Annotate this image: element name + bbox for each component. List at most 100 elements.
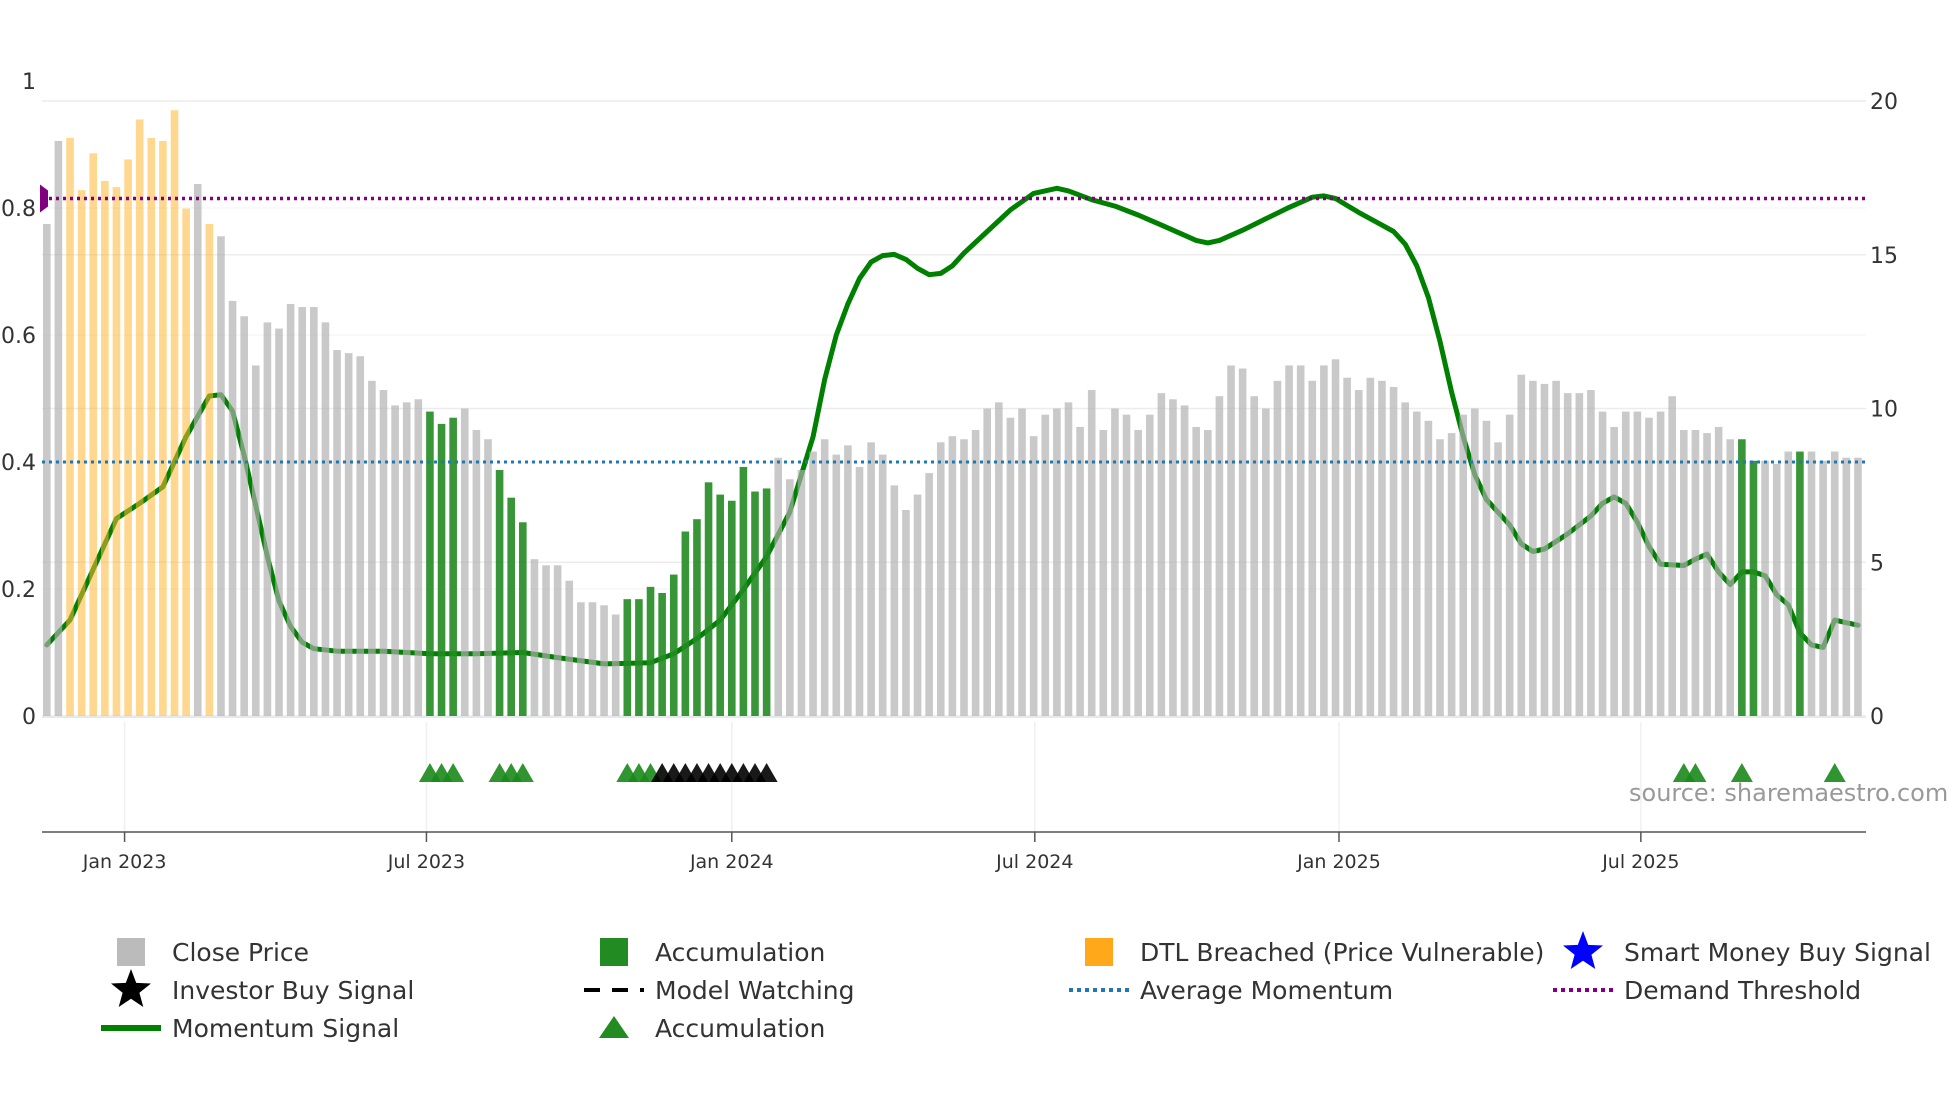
close-price-bar bbox=[379, 390, 388, 716]
dtl-breached-bar bbox=[101, 180, 109, 716]
close-price-bar bbox=[1029, 436, 1038, 716]
left-tick-label: 0.6 bbox=[1, 324, 36, 349]
accumulation-bar bbox=[762, 488, 771, 716]
close-price-bar bbox=[530, 559, 539, 716]
x-tick-label: Jan 2025 bbox=[1296, 851, 1381, 873]
dtl-breached-bar bbox=[205, 224, 214, 716]
close-price-bar bbox=[809, 451, 817, 716]
close-price-bar bbox=[1447, 433, 1456, 716]
left-tick-label: 0 bbox=[22, 705, 36, 730]
accumulation-bar bbox=[507, 497, 515, 716]
close-price-bar bbox=[1703, 433, 1711, 716]
close-price-bar bbox=[1819, 460, 1827, 716]
accumulation-bar bbox=[519, 522, 527, 716]
close-price-bar bbox=[890, 485, 899, 716]
close-price-bar bbox=[1517, 374, 1526, 716]
legend-label: Investor Buy Signal bbox=[172, 976, 414, 1005]
dtl-breached-bar bbox=[77, 190, 86, 717]
close-price-bar bbox=[553, 565, 562, 716]
close-price-bar bbox=[1482, 420, 1491, 716]
close-price-bar bbox=[1621, 411, 1630, 716]
close-price-bar bbox=[1238, 368, 1247, 716]
close-price-bar bbox=[1494, 442, 1502, 716]
close-price-bar bbox=[1296, 365, 1305, 716]
close-price-bar bbox=[1842, 457, 1851, 716]
chart: 0 5 10 15 20 0 0.2 0.4 0.6 0.8 1 Jan 2023 Jul 2023 Ja… bbox=[1, 70, 1948, 1043]
close-price-bar bbox=[1064, 402, 1073, 716]
close-price-bar bbox=[1436, 439, 1444, 716]
close-price-bar bbox=[902, 509, 910, 716]
dtl-breached-bar bbox=[159, 140, 167, 717]
close-price-bar bbox=[1714, 426, 1723, 716]
close-price-bar bbox=[855, 466, 864, 716]
close-price-bar bbox=[368, 380, 376, 716]
close-price-bar bbox=[1354, 390, 1363, 716]
accumulation-bar bbox=[716, 494, 724, 716]
close-price-bar bbox=[832, 454, 841, 716]
close-price-bar bbox=[1331, 359, 1340, 716]
close-price-bar bbox=[565, 580, 574, 716]
close-price-bar bbox=[1668, 396, 1676, 716]
close-price-bar bbox=[786, 479, 794, 716]
close-price-bar bbox=[1145, 414, 1154, 716]
smart-money-star-icon bbox=[1563, 931, 1603, 969]
close-price-bar bbox=[1262, 408, 1270, 716]
close-price-bar bbox=[1575, 393, 1584, 716]
dtl-breached-bar bbox=[124, 159, 132, 717]
close-price-bar bbox=[1273, 380, 1282, 716]
close-price-bar bbox=[867, 442, 875, 716]
close-price-bar bbox=[193, 184, 202, 716]
close-price-bar bbox=[1157, 393, 1166, 716]
x-tick-label: Jan 2023 bbox=[82, 851, 167, 873]
close-price-bar bbox=[1680, 430, 1688, 716]
accumulation-bar bbox=[693, 519, 701, 716]
close-price-bar bbox=[925, 473, 933, 716]
close-price-bar bbox=[542, 565, 550, 716]
close-price-bar bbox=[1598, 411, 1607, 716]
accumulation-bar bbox=[646, 586, 655, 716]
legend-label: Momentum Signal bbox=[172, 1014, 399, 1043]
close-price-bar bbox=[774, 457, 783, 716]
close-price-bar bbox=[472, 430, 481, 716]
accumulation-bar bbox=[681, 531, 690, 716]
close-price-bar bbox=[1320, 365, 1328, 716]
close-price-bar bbox=[936, 442, 945, 716]
close-price-bar bbox=[1018, 408, 1026, 716]
left-tick-label: 0.8 bbox=[1, 197, 36, 222]
left-tick-label: 0.2 bbox=[1, 578, 36, 603]
accumulation-bar bbox=[1796, 451, 1804, 716]
close-price-bar bbox=[948, 436, 957, 716]
close-price-bar bbox=[1540, 383, 1549, 716]
legend-label: Accumulation bbox=[655, 938, 825, 967]
close-price-bar bbox=[1343, 377, 1351, 716]
close-price-bar bbox=[1563, 393, 1572, 716]
close-price-bar bbox=[820, 439, 829, 716]
close-price-legend-icon bbox=[117, 938, 145, 966]
x-tick-label: Jan 2024 bbox=[689, 851, 774, 873]
close-price-bar bbox=[1772, 463, 1781, 716]
accumulation-bar bbox=[437, 423, 446, 716]
close-price-bar bbox=[54, 140, 63, 717]
close-price-bar bbox=[1610, 426, 1618, 716]
accumulation-bar bbox=[426, 411, 434, 716]
close-price-bar bbox=[310, 307, 318, 716]
accumulation-bar bbox=[751, 491, 759, 716]
close-price-bar bbox=[1633, 411, 1642, 716]
close-price-bar bbox=[228, 300, 237, 716]
accumulation-bar bbox=[739, 466, 748, 716]
close-price-bar bbox=[1656, 411, 1665, 716]
close-price-bar bbox=[298, 307, 307, 716]
close-price-bar bbox=[1587, 390, 1595, 716]
right-tick-label: 5 bbox=[1870, 551, 1884, 576]
close-price-bar bbox=[1308, 380, 1317, 716]
close-price-bar bbox=[1389, 386, 1398, 716]
close-price-bar bbox=[983, 408, 992, 716]
accumulation-legend-icon bbox=[600, 938, 628, 966]
accumulation-bar bbox=[495, 470, 504, 716]
source-label: source: sharemaestro.com bbox=[1629, 779, 1948, 807]
close-price-bar bbox=[263, 322, 272, 716]
close-price-bar bbox=[995, 402, 1003, 716]
close-price-bar bbox=[878, 454, 887, 716]
right-tick-label: 20 bbox=[1870, 90, 1898, 115]
dtl-breached-bar bbox=[170, 110, 179, 717]
